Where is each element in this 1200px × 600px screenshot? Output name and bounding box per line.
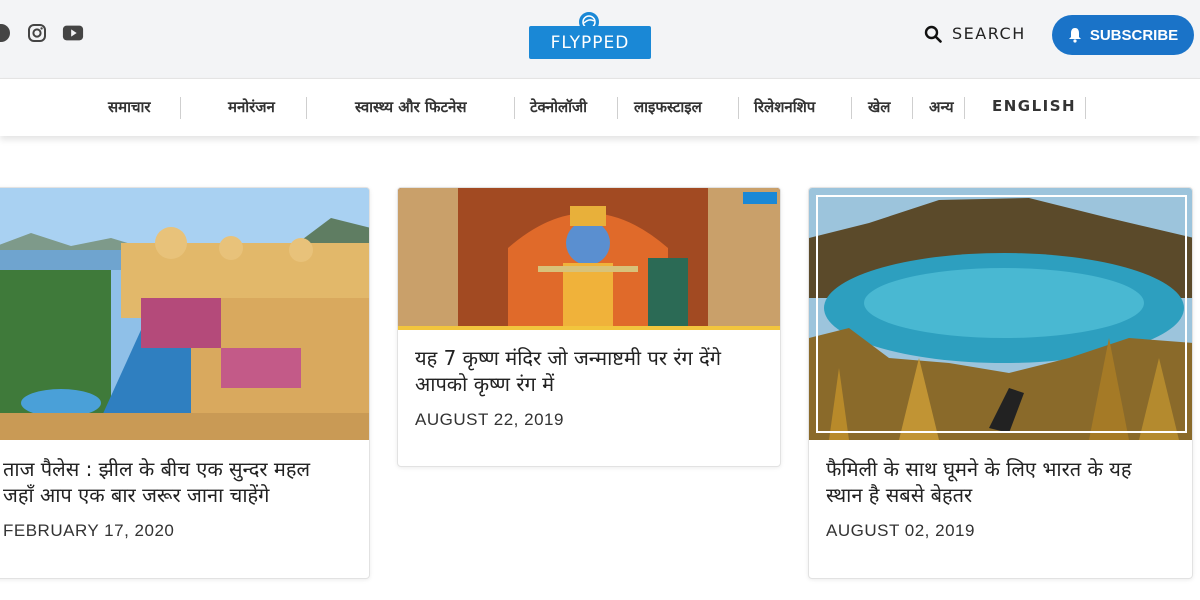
search-icon (924, 25, 942, 43)
krishna-painting-image (398, 188, 780, 330)
site-logo[interactable]: FLYPPED (529, 10, 651, 60)
nav-divider (617, 97, 618, 119)
facebook-icon[interactable] (0, 22, 12, 44)
nav-item-sports[interactable]: खेल (868, 97, 890, 117)
card-title[interactable]: यह 7 कृष्ण मंदिर जो जन्माष्टमी पर रंग दे… (415, 345, 775, 397)
card-title[interactable]: फैमिली के साथ घूमने के लिए भारत के यह स्… (826, 456, 1186, 508)
subscribe-button[interactable]: SUBSCRIBE (1052, 15, 1194, 55)
search-label: SEARCH (952, 24, 1026, 43)
palace-lake-image (0, 188, 369, 440)
instagram-icon[interactable] (26, 22, 48, 44)
nav-item-entertainment[interactable]: मनोरंजन (228, 97, 275, 117)
category-nav: समाचार मनोरंजन स्वास्थ्य और फिटनेस टेक्न… (0, 78, 1200, 136)
nav-divider (306, 97, 307, 119)
logo-box: FLYPPED (529, 26, 651, 59)
nav-item-technology[interactable]: टेक्नोलॉजी (530, 97, 587, 117)
nav-divider (851, 97, 852, 119)
nav-item-others[interactable]: अन्य (929, 97, 954, 117)
card-date: AUGUST 02, 2019 (826, 521, 975, 540)
nav-item-lifestyle[interactable]: लाइफस्टाइल (634, 97, 702, 117)
nav-item-english[interactable]: ENGLISH (992, 97, 1076, 115)
nav-item-relationship[interactable]: रिलेशनशिप (754, 97, 815, 117)
youtube-icon[interactable] (62, 22, 84, 44)
card-date: FEBRUARY 17, 2020 (3, 521, 175, 540)
card-date: AUGUST 22, 2019 (415, 410, 564, 429)
bell-icon (1068, 28, 1081, 43)
logo-text: FLYPPED (550, 32, 630, 53)
search-button[interactable]: SEARCH (924, 24, 1026, 43)
social-links (0, 22, 84, 44)
nav-divider (514, 97, 515, 119)
nav-divider (180, 97, 181, 119)
nav-item-news[interactable]: समाचार (108, 97, 151, 117)
top-bar: FLYPPED SEARCH SUBSCRIBE (0, 0, 1200, 78)
nav-divider (1085, 97, 1086, 119)
nav-item-health-fitness[interactable]: स्वास्थ्य और फिटनेस (355, 97, 467, 117)
article-card[interactable]: यह 7 कृष्ण मंदिर जो जन्माष्टमी पर रंग दे… (397, 187, 781, 467)
subscribe-label: SUBSCRIBE (1089, 26, 1179, 44)
article-card[interactable]: फैमिली के साथ घूमने के लिए भारत के यह स्… (808, 187, 1193, 579)
nav-divider (912, 97, 913, 119)
article-card[interactable]: ताज पैलेस : झील के बीच एक सुन्दर महल जहा… (0, 187, 370, 579)
mountain-lake-image (809, 188, 1192, 440)
nav-divider (964, 97, 965, 119)
nav-divider (738, 97, 739, 119)
card-title[interactable]: ताज पैलेस : झील के बीच एक सुन्दर महल जहा… (3, 456, 363, 508)
